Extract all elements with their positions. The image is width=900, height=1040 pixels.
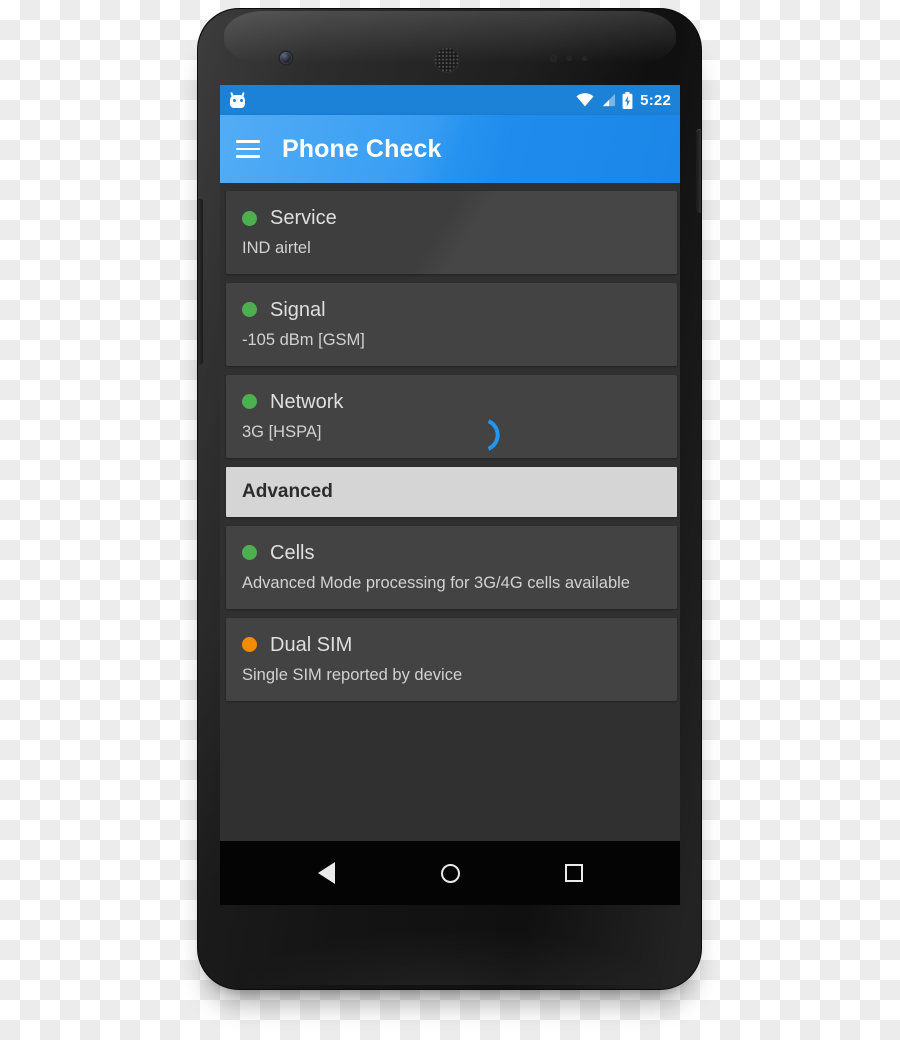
card-title: Service [270, 207, 337, 229]
wifi-icon [576, 93, 594, 107]
card-header: Dual SIM [242, 634, 661, 656]
phone-screen: 5:22 Phone Check Service IND airtel Signal… [220, 85, 680, 905]
status-indicator-dot [242, 394, 257, 410]
card-header: Network [242, 391, 661, 413]
proximity-sensor-icon [550, 55, 596, 63]
status-card-service[interactable]: Service IND airtel [226, 191, 677, 274]
card-header: Service [242, 207, 661, 229]
status-bar-clock: 5:22 [640, 91, 671, 109]
nav-home-button[interactable] [429, 852, 471, 894]
status-card-signal[interactable]: Signal -105 dBm [GSM] [226, 282, 677, 366]
earpiece-speaker-icon [434, 47, 460, 73]
card-title: Cells [270, 541, 315, 564]
card-header: Signal [242, 299, 661, 321]
device-bottom-highlight [228, 927, 673, 985]
device-body: 5:22 Phone Check Service IND airtel Signal… [197, 8, 702, 990]
card-subtitle: 3G [HSPA] [242, 422, 322, 441]
status-indicator-dot [242, 210, 257, 226]
hamburger-menu-icon[interactable] [236, 140, 260, 158]
android-navigation-bar [220, 841, 680, 905]
nav-back-button[interactable] [305, 852, 347, 894]
status-card-dual-sim[interactable]: Dual SIM Single SIM reported by device [226, 617, 677, 701]
page-title: Phone Check [282, 134, 442, 163]
status-indicator-dot [242, 302, 257, 318]
card-subtitle: Single SIM reported by device [242, 665, 463, 684]
status-bar-notifications [229, 91, 246, 109]
recents-square-icon [565, 864, 583, 882]
card-header: Cells [242, 542, 661, 564]
card-subtitle: IND airtel [242, 239, 311, 257]
back-triangle-icon [317, 862, 335, 884]
cyanogenmod-robot-icon [229, 91, 246, 109]
front-camera-icon [280, 52, 292, 64]
loading-spinner-icon [487, 419, 500, 451]
section-header-advanced[interactable]: Advanced [226, 466, 677, 517]
power-button[interactable] [696, 129, 701, 213]
phone-device: 5:22 Phone Check Service IND airtel Signal… [197, 8, 702, 990]
volume-rocker-button[interactable] [198, 197, 203, 365]
status-list[interactable]: Service IND airtel Signal -105 dBm [GSM] Net… [220, 183, 680, 841]
status-card-cells[interactable]: Cells Advanced Mode processing for 3G/4G … [226, 525, 677, 609]
status-bar: 5:22 [220, 85, 680, 115]
home-circle-icon [440, 863, 460, 883]
cell-signal-icon [602, 93, 616, 107]
card-title: Signal [270, 298, 326, 321]
battery-charging-icon [622, 91, 633, 109]
status-card-network[interactable]: Network 3G [HSPA] [226, 374, 677, 458]
card-title: Dual SIM [270, 633, 353, 656]
app-bar: Phone Check [220, 115, 680, 183]
status-bar-system-icons: 5:22 [576, 91, 671, 109]
status-indicator-dot [242, 545, 257, 561]
card-subtitle: Advanced Mode processing for 3G/4G cells… [242, 573, 630, 592]
section-header-label: Advanced [242, 480, 333, 502]
page-stage: 5:22 Phone Check Service IND airtel Signal… [0, 0, 900, 1040]
card-title: Network [270, 390, 344, 413]
nav-recents-button[interactable] [553, 852, 595, 894]
card-subtitle: -105 dBm [GSM] [242, 330, 365, 349]
status-indicator-dot [242, 637, 257, 653]
